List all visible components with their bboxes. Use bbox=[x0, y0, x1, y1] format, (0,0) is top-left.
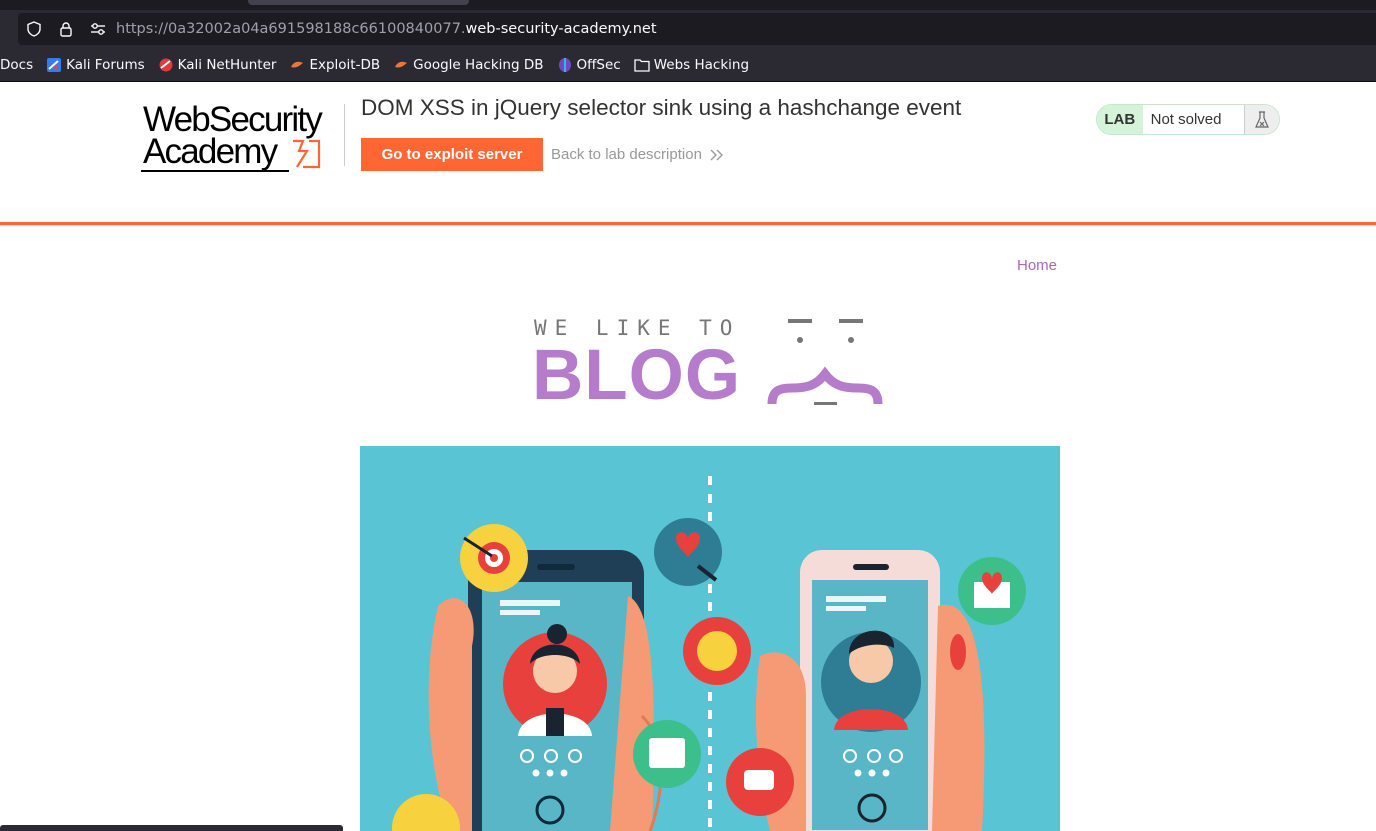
ghdb-favicon bbox=[393, 57, 409, 73]
bookmark-label: Exploit-DB bbox=[309, 56, 381, 73]
dating-app-illustration bbox=[392, 476, 1026, 831]
back-to-lab-description-link[interactable]: Back to lab description bbox=[551, 146, 724, 163]
url-prefix: https://0a32002a04a691598188c66100840077… bbox=[116, 21, 466, 37]
lab-badge: LAB bbox=[1097, 105, 1143, 134]
back-link-label: Back to lab description bbox=[551, 146, 702, 163]
logo-bolt-icon bbox=[293, 139, 321, 169]
logo-line2: Academy bbox=[143, 132, 278, 171]
bookmark-kali-forums[interactable]: Kali Forums bbox=[46, 57, 145, 73]
bookmark-label: Kali NetHunter bbox=[177, 56, 277, 73]
logo-underline bbox=[141, 170, 289, 172]
bookmark-webs-hacking[interactable]: Webs Hacking bbox=[634, 57, 749, 73]
active-tab[interactable] bbox=[248, 0, 469, 5]
bookmark-label: Docs bbox=[0, 56, 34, 73]
url-domain: web-security-academy.net bbox=[465, 21, 657, 37]
go-to-exploit-server-button[interactable]: Go to exploit server bbox=[361, 138, 543, 171]
bookmark-label: Webs Hacking bbox=[653, 56, 750, 73]
bookmark-label: OffSec bbox=[576, 56, 621, 73]
kali-forums-favicon bbox=[46, 57, 62, 73]
offsec-favicon bbox=[557, 57, 573, 73]
status-overlay-strip bbox=[0, 825, 343, 831]
blog-banner: WE LIKE TO BLOG bbox=[530, 312, 890, 415]
url-text[interactable]: https://0a32002a04a691598188c66100840077… bbox=[116, 21, 657, 37]
folder-icon bbox=[634, 57, 650, 73]
bookmark-label: Google Hacking DB bbox=[413, 56, 544, 73]
exploitdb-favicon bbox=[289, 57, 305, 73]
lab-title: DOM XSS in jQuery selector sink using a … bbox=[361, 95, 962, 120]
browser-tab-strip bbox=[0, 0, 1376, 10]
bookmark-offsec[interactable]: OffSec bbox=[557, 57, 621, 73]
flask-icon bbox=[1243, 105, 1279, 134]
nethunter-favicon bbox=[158, 57, 174, 73]
address-bar[interactable]: https://0a32002a04a691598188c66100840077… bbox=[18, 13, 1376, 45]
bookmarks-toolbar: Docs Kali Forums Kali NetHunter Exploit-… bbox=[0, 48, 1376, 82]
bookmark-kali-nethunter[interactable]: Kali NetHunter bbox=[158, 56, 277, 73]
bookmark-label: Kali Forums bbox=[66, 56, 145, 73]
web-security-academy-logo[interactable]: WebSecurity Academy bbox=[141, 100, 341, 174]
lock-icon[interactable] bbox=[58, 21, 74, 37]
blog-hero-image bbox=[360, 446, 1060, 831]
home-nav-link[interactable]: Home bbox=[1017, 257, 1057, 274]
lab-status-widget: LAB Not solved bbox=[1096, 104, 1280, 135]
header-divider bbox=[344, 104, 345, 166]
blog-face-icon bbox=[767, 319, 883, 405]
bookmark-docs[interactable]: Docs bbox=[0, 57, 33, 73]
browser-toolbar: https://0a32002a04a691598188c66100840077… bbox=[0, 10, 1376, 48]
blog-banner-word: BLOG bbox=[532, 336, 742, 415]
header-grey-rule bbox=[0, 225, 1376, 226]
shield-icon[interactable] bbox=[26, 21, 42, 37]
double-chevron-right-icon bbox=[710, 149, 723, 160]
page-settings-icon[interactable] bbox=[90, 21, 106, 37]
lab-status-text: Not solved bbox=[1150, 111, 1222, 128]
bookmark-exploit-db[interactable]: Exploit-DB bbox=[289, 57, 380, 73]
bookmark-google-hacking-db[interactable]: Google Hacking DB bbox=[393, 56, 544, 73]
